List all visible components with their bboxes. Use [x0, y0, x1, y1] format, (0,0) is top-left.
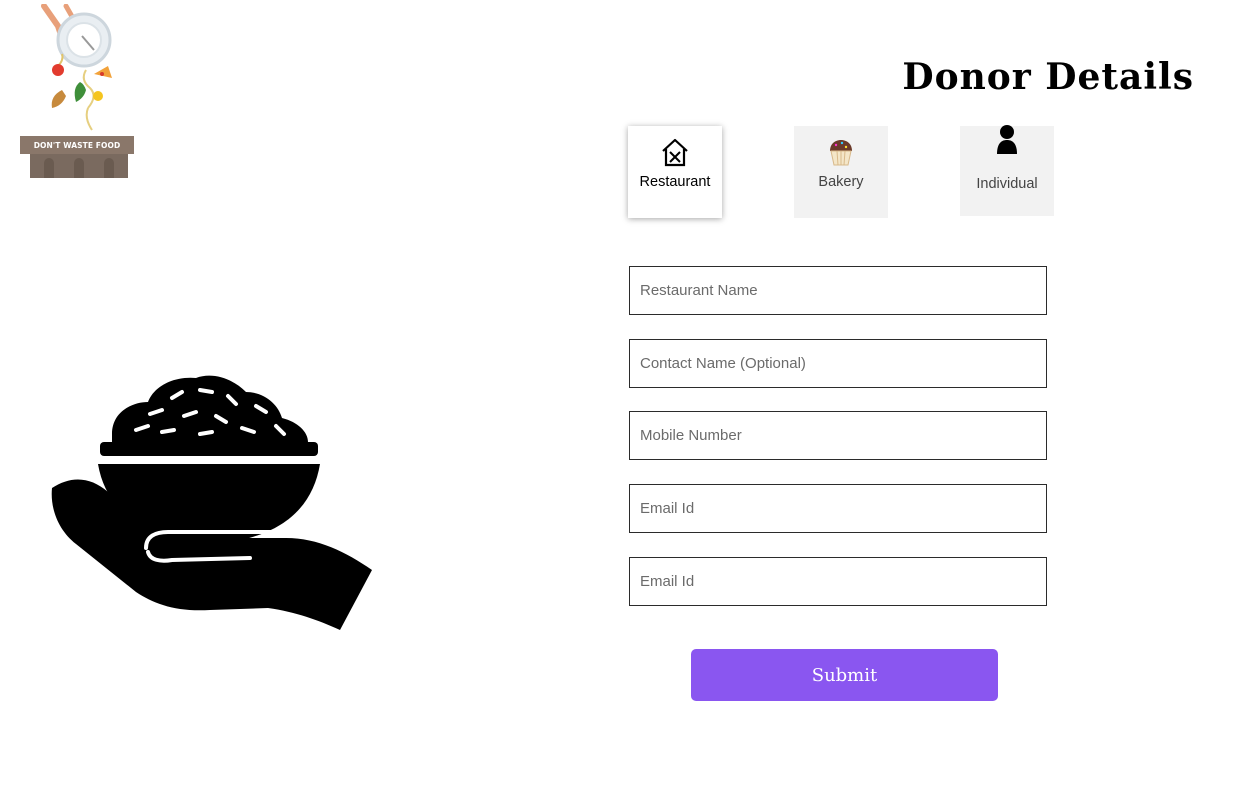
- mobile-number-input[interactable]: [629, 411, 1047, 460]
- cupcake-icon: [826, 136, 856, 168]
- logo: DON'T WASTE FOOD: [18, 3, 138, 180]
- donor-type-bakery[interactable]: Bakery: [794, 126, 888, 218]
- logo-badge: DON'T WASTE FOOD: [20, 136, 134, 154]
- restaurant-icon: [660, 136, 690, 168]
- donor-type-label: Restaurant: [639, 174, 711, 190]
- email-input-secondary[interactable]: [629, 557, 1047, 606]
- person-icon: [995, 120, 1019, 160]
- hand-holding-bowl-icon: [51, 375, 372, 630]
- donor-type-label: Bakery: [818, 174, 864, 190]
- contact-name-input[interactable]: [629, 339, 1047, 388]
- donor-type-label: Individual: [976, 176, 1038, 192]
- food-waste-illustration-icon: [41, 3, 112, 131]
- restaurant-name-input[interactable]: [629, 266, 1047, 315]
- donor-type-individual[interactable]: Individual: [960, 125, 1054, 216]
- email-input[interactable]: [629, 484, 1047, 533]
- submit-button[interactable]: Submit: [691, 649, 998, 701]
- donor-type-restaurant[interactable]: Restaurant: [628, 126, 722, 218]
- page-title: Donor Details: [902, 56, 1194, 98]
- logo-base: [30, 154, 128, 178]
